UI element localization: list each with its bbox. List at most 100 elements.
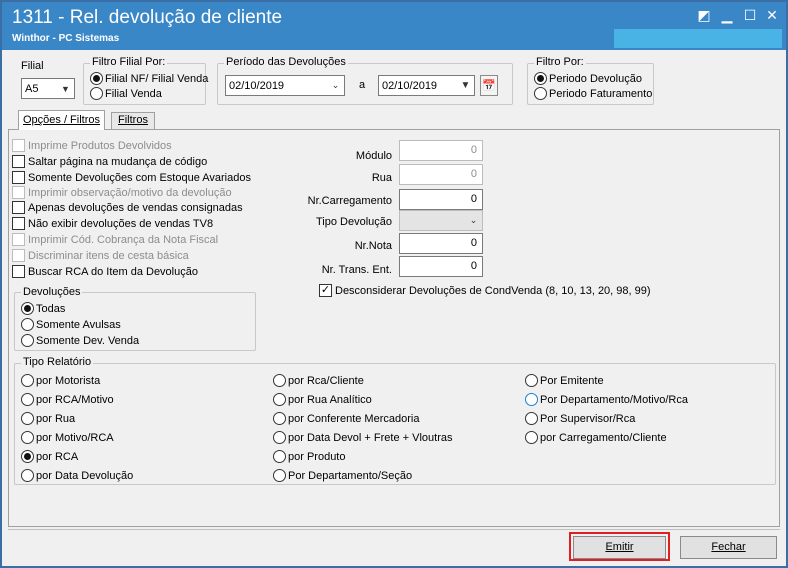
radio-icon[interactable] <box>21 431 34 444</box>
radio-icon[interactable] <box>534 72 547 85</box>
dropdown-arrow-icon[interactable]: ▼ <box>457 76 474 95</box>
checkbox-box[interactable] <box>12 201 25 214</box>
checkbox-cesta-basica[interactable]: Discriminar itens de cesta básica <box>12 249 189 262</box>
checkbox-box[interactable] <box>12 217 25 230</box>
restore-icon[interactable]: ◩ <box>696 8 712 22</box>
carregamento-input[interactable]: 0 <box>399 189 483 210</box>
chevron-down-icon[interactable]: ⌄ <box>465 211 482 230</box>
relatorio-option[interactable]: por RCA <box>21 450 78 463</box>
radio-icon[interactable] <box>21 318 34 331</box>
relatorio-option[interactable]: por RCA/Motivo <box>21 393 114 406</box>
filtro-filial-group: Filtro Filial Por: Filial NF/ Filial Ven… <box>83 56 208 105</box>
checkbox-cod-cobranca[interactable]: Imprimir Cód. Cobrança da Nota Fiscal <box>12 233 218 246</box>
radio-icon[interactable] <box>525 412 538 425</box>
title-bar-strip <box>614 29 782 48</box>
relatorio-option[interactable]: por Rua <box>21 412 75 425</box>
checkbox-box[interactable] <box>12 249 25 262</box>
checkbox-box[interactable] <box>12 155 25 168</box>
relatorio-option[interactable]: por Rua Analítico <box>273 393 372 406</box>
carregamento-label: Nr.Carregamento <box>307 195 392 207</box>
minimize-button[interactable]: ▁ <box>719 8 735 22</box>
radio-icon[interactable] <box>273 469 286 482</box>
relatorio-option[interactable]: por Data Devolução <box>21 469 133 482</box>
relatorio-option[interactable]: por Rca/Cliente <box>273 374 364 387</box>
relatorio-option[interactable]: Por Departamento/Seção <box>273 469 412 482</box>
periodo-label: Período das Devoluções <box>224 56 348 68</box>
relatorio-option[interactable]: por Carregamento/Cliente <box>525 431 667 444</box>
checkbox-box[interactable] <box>12 139 25 152</box>
relatorio-option[interactable]: por Data Devol + Frete + Vloutras <box>273 431 452 444</box>
devolucoes-option[interactable]: Todas <box>21 302 65 315</box>
relatorio-option[interactable]: por Produto <box>273 450 345 463</box>
rua-input[interactable]: 0 <box>399 164 483 185</box>
periodo-end-input[interactable]: 02/10/2019 ▼ <box>378 75 475 96</box>
check-icon[interactable]: ✓ <box>319 284 332 297</box>
checkbox-buscar-rca[interactable]: Buscar RCA do Item da Devolução <box>12 265 198 278</box>
radio-icon[interactable] <box>525 431 538 444</box>
chevron-down-icon[interactable]: ▼ <box>57 79 74 98</box>
relatorio-option[interactable]: Por Supervisor/Rca <box>525 412 635 425</box>
radio-icon[interactable] <box>90 72 103 85</box>
maximize-button[interactable]: ☐ <box>742 8 758 22</box>
filtro-filial-option[interactable]: Filial Venda <box>90 87 162 100</box>
radio-icon[interactable] <box>273 412 286 425</box>
tab-filtros[interactable]: Filtros <box>111 112 155 129</box>
relatorio-option[interactable]: Por Departamento/Motivo/Rca <box>525 393 688 406</box>
calendar-icon[interactable]: 📅 <box>480 75 498 96</box>
nr-trans-input[interactable]: 0 <box>399 256 483 277</box>
checkbox-consignadas[interactable]: Apenas devoluções de vendas consignadas <box>12 201 243 214</box>
radio-icon[interactable] <box>21 393 34 406</box>
radio-icon[interactable] <box>525 374 538 387</box>
tipo-relatorio-label: Tipo Relatório <box>21 356 94 368</box>
filtro-por-option[interactable]: Periodo Faturamento <box>534 87 652 100</box>
fechar-button[interactable]: Fechar <box>680 536 777 559</box>
divider <box>8 529 780 530</box>
checkbox-box[interactable] <box>12 233 25 246</box>
checkbox-observacao[interactable]: Imprimir observação/motivo da devolução <box>12 186 232 199</box>
modulo-input[interactable]: 0 <box>399 140 483 161</box>
chevron-down-icon[interactable]: ⌄ <box>327 76 344 95</box>
tab-opcoes-filtros[interactable]: Opções / Filtros <box>18 110 105 130</box>
checkbox-tv8[interactable]: Não exibir devoluções de vendas TV8 <box>12 217 213 230</box>
checkbox-imprime-produtos[interactable]: Imprime Produtos Devolvidos <box>12 139 172 152</box>
nr-nota-input[interactable]: 0 <box>399 233 483 254</box>
close-button[interactable]: ✕ <box>764 8 780 22</box>
radio-icon[interactable] <box>273 374 286 387</box>
devolucoes-option[interactable]: Somente Avulsas <box>21 318 121 331</box>
window-subtitle: Winthor - PC Sistemas <box>12 33 120 44</box>
relatorio-option[interactable]: por Motorista <box>21 374 100 387</box>
radio-icon[interactable] <box>21 450 34 463</box>
devolucoes-group: Devoluções Todas Somente Avulsas Somente… <box>14 286 256 351</box>
emitir-button[interactable]: Emitir <box>573 536 666 559</box>
filtro-filial-option[interactable]: Filial NF/ Filial Venda <box>90 72 208 85</box>
checkbox-saltar-pagina[interactable]: Saltar página na mudança de código <box>12 155 207 168</box>
radio-icon[interactable] <box>21 302 34 315</box>
periodo-start-input[interactable]: 02/10/2019 ⌄ <box>225 75 345 96</box>
title-bar: 1311 - Rel. devolução de cliente Winthor… <box>2 2 786 50</box>
relatorio-option[interactable]: por Motivo/RCA <box>21 431 114 444</box>
radio-icon[interactable] <box>21 469 34 482</box>
radio-icon[interactable] <box>273 450 286 463</box>
nr-trans-label: Nr. Trans. Ent. <box>321 264 392 276</box>
radio-icon[interactable] <box>534 87 547 100</box>
checkbox-estoque-avariados[interactable]: Somente Devoluções com Estoque Avariados <box>12 171 251 184</box>
radio-icon[interactable] <box>21 412 34 425</box>
periodo-group: Período das Devoluções 02/10/2019 ⌄ a 02… <box>217 56 513 105</box>
tipo-devolucao-combo[interactable]: ⌄ <box>399 210 483 231</box>
radio-icon[interactable] <box>273 393 286 406</box>
relatorio-option[interactable]: por Conferente Mercadoria <box>273 412 419 425</box>
radio-icon[interactable] <box>525 393 538 406</box>
radio-icon[interactable] <box>90 87 103 100</box>
checkbox-box[interactable] <box>12 265 25 278</box>
relatorio-option[interactable]: Por Emitente <box>525 374 604 387</box>
radio-icon[interactable] <box>273 431 286 444</box>
checkbox-box[interactable] <box>12 171 25 184</box>
devolucoes-option[interactable]: Somente Dev. Venda <box>21 334 139 347</box>
checkbox-desconsiderar[interactable]: ✓ Desconsiderar Devoluções de CondVenda (… <box>319 284 651 297</box>
radio-icon[interactable] <box>21 374 34 387</box>
filtro-por-option[interactable]: Periodo Devolução <box>534 72 642 85</box>
rua-label: Rua <box>371 172 392 184</box>
filial-combo[interactable]: A5 ▼ <box>21 78 75 99</box>
radio-icon[interactable] <box>21 334 34 347</box>
checkbox-box[interactable] <box>12 186 25 199</box>
